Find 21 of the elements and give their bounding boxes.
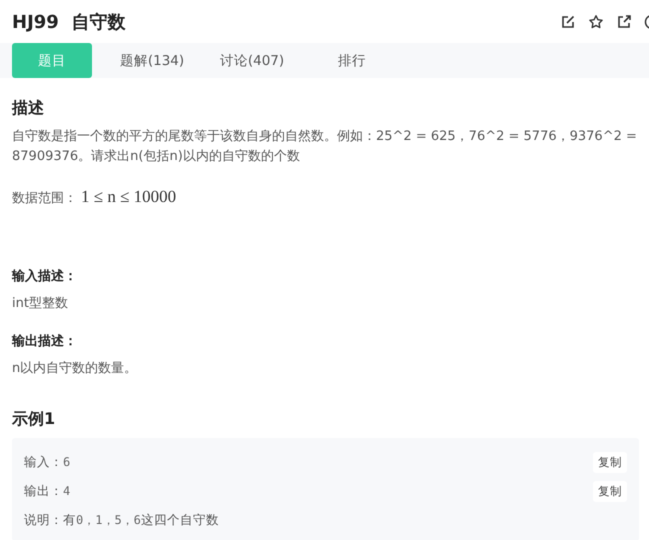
example-line: 输出：4: [24, 483, 70, 500]
star-icon[interactable]: [588, 14, 604, 30]
copy-button[interactable]: 复制: [593, 452, 627, 473]
section-heading: 输出描述：: [12, 333, 78, 350]
input-description: int型整数: [12, 295, 69, 313]
edit-icon[interactable]: [560, 14, 576, 30]
tab[interactable]: 排行: [312, 43, 392, 78]
section-heading: 输入描述：: [12, 268, 78, 285]
problem-title: HJ99 自守数: [12, 11, 126, 34]
share-icon[interactable]: [616, 14, 632, 30]
tab[interactable]: 讨论(407): [212, 43, 292, 78]
range-label: 数据范围：: [12, 190, 77, 207]
example-line: 输入：6: [24, 454, 70, 471]
section-heading: 描述: [12, 98, 45, 119]
range-formula: 1 ≤ n ≤ 10000: [81, 187, 176, 207]
description-text: 自守数是指一个数的平方的尾数等于该数自身的自然数。例如：25^2 = 625，76^2 = 5776，9376^2 = 87909376。请求出n(包括n)以内的自守数的个数: [12, 128, 638, 166]
example-explanation: 说明：有0，1，5，6这四个自守数: [24, 512, 219, 529]
tab[interactable]: 题解(134): [112, 43, 192, 78]
copy-button[interactable]: 复制: [593, 481, 627, 502]
section-heading: 示例1: [12, 409, 56, 430]
output-description: n以内自守数的数量。: [12, 360, 138, 378]
